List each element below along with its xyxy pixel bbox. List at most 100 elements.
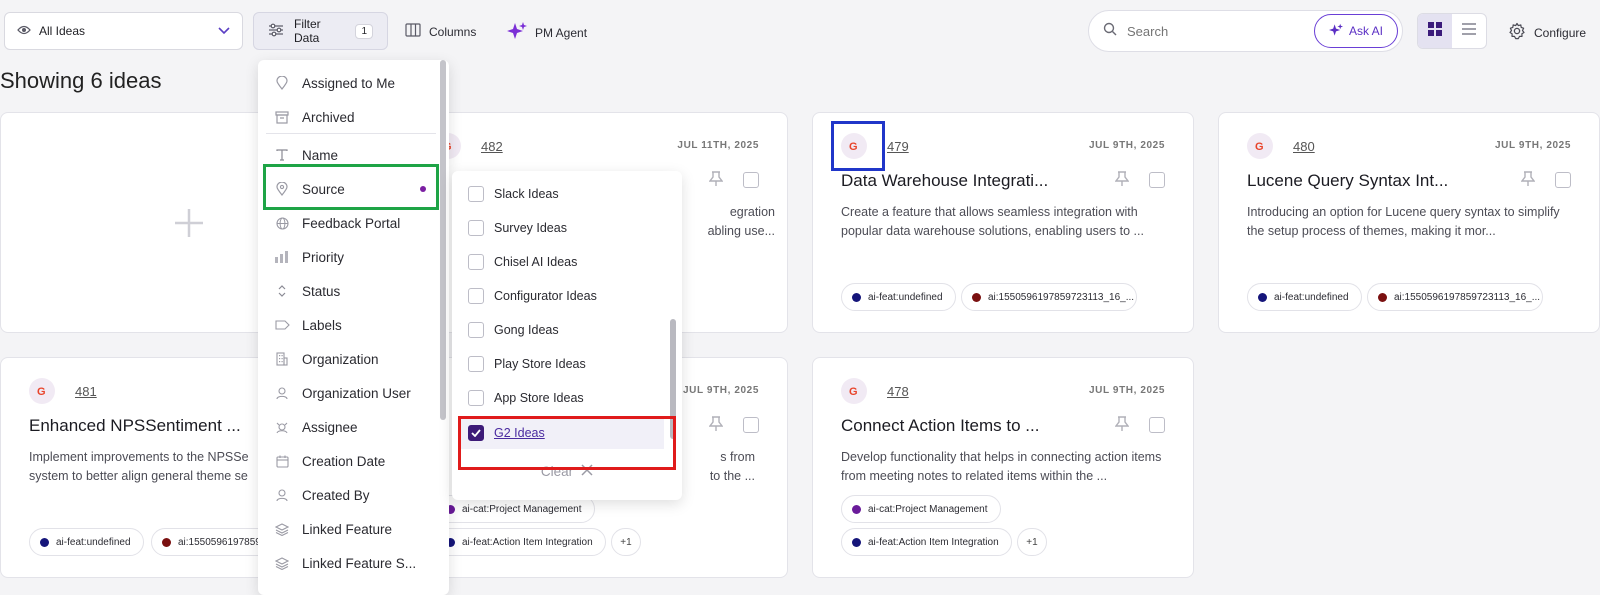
filter-option-labels[interactable]: Labels <box>266 310 436 340</box>
pin-icon[interactable] <box>1114 171 1130 192</box>
idea-number[interactable]: 480 <box>1293 139 1315 154</box>
columns-button[interactable]: Columns <box>405 23 476 40</box>
checkbox[interactable] <box>468 288 484 304</box>
idea-title[interactable]: Data Warehouse Integrati... <box>841 171 1048 191</box>
filter-option-created-by[interactable]: Created By <box>266 480 436 510</box>
tag-chip[interactable]: ai-feat:Action Item Integration <box>435 528 606 556</box>
pin-icon <box>274 75 290 91</box>
pin-icon[interactable] <box>708 416 724 437</box>
g2-logo-icon: G <box>1247 133 1273 159</box>
pin-icon[interactable] <box>1114 416 1130 437</box>
source-option-play-store[interactable]: Play Store Ideas <box>458 349 664 379</box>
idea-title[interactable]: Connect Action Items to ... <box>841 416 1039 436</box>
checkbox[interactable] <box>468 356 484 372</box>
checkbox[interactable] <box>468 390 484 406</box>
text-icon <box>274 147 290 163</box>
tag-chip[interactable]: ai-feat:Action Item Integration <box>841 528 1012 556</box>
more-tags-chip[interactable]: +1 <box>1017 528 1047 556</box>
filter-option-linked-feature[interactable]: Linked Feature <box>266 514 436 544</box>
filter-menu-scrollbar[interactable] <box>440 60 446 420</box>
filter-option-label: Created By <box>302 487 370 503</box>
filter-option-label: Labels <box>302 317 342 333</box>
idea-card[interactable]: G 480 JUL 9TH, 2025 Lucene Query Syntax … <box>1218 112 1600 333</box>
pm-agent-label: PM Agent <box>535 25 588 40</box>
source-option-app-store[interactable]: App Store Ideas <box>458 383 664 413</box>
idea-date: JUL 9TH, 2025 <box>1089 385 1165 396</box>
source-option-slack[interactable]: Slack Ideas <box>458 179 664 209</box>
filter-option-creation-date[interactable]: Creation Date <box>266 446 436 476</box>
idea-number[interactable]: 479 <box>887 139 909 154</box>
source-option-configurator[interactable]: Configurator Ideas <box>458 281 664 311</box>
idea-title[interactable]: Lucene Query Syntax Int... <box>1247 171 1448 191</box>
filter-option-priority[interactable]: Priority <box>266 242 436 272</box>
pin-icon[interactable] <box>1520 171 1536 192</box>
list-view-button[interactable] <box>1452 14 1486 48</box>
source-option-label: Gong Ideas <box>494 323 559 337</box>
configure-button[interactable]: Configure <box>1508 22 1586 43</box>
g2-icon-highlight-box <box>831 121 885 171</box>
page-title: Showing 6 ideas <box>0 68 162 93</box>
pm-agent-button[interactable]: PM Agent <box>507 21 587 44</box>
filter-option-label: Priority <box>302 249 345 265</box>
tag-chip[interactable]: ai:1550596197859723113_16_... <box>961 283 1137 311</box>
source-highlight-box <box>263 164 439 210</box>
g2-logo-icon: G <box>29 378 55 404</box>
filter-option-label: Creation Date <box>302 453 386 469</box>
filter-data-button[interactable]: Filter Data 1 <box>253 12 388 50</box>
tag-chip[interactable]: ai:1550596197859723113_16_... <box>1367 283 1543 311</box>
idea-select-checkbox[interactable] <box>1149 172 1165 188</box>
source-option-gong[interactable]: Gong Ideas <box>458 315 664 345</box>
search-input[interactable] <box>1127 23 1304 39</box>
pin-icon[interactable] <box>708 171 724 192</box>
filter-option-status[interactable]: Status <box>266 276 436 306</box>
tag-chip[interactable]: ai-feat:undefined <box>1247 283 1362 311</box>
source-option-survey[interactable]: Survey Ideas <box>458 213 664 243</box>
idea-select-checkbox[interactable] <box>743 417 759 433</box>
filter-option-assignee[interactable]: Assignee <box>266 412 436 442</box>
more-tags-chip[interactable]: +1 <box>611 528 641 556</box>
idea-card[interactable]: G 478 JUL 9TH, 2025 Connect Action Items… <box>812 357 1194 578</box>
svg-text:G: G <box>1255 141 1264 152</box>
idea-select-checkbox[interactable] <box>1149 417 1165 433</box>
bar-chart-icon <box>274 249 290 265</box>
idea-select-checkbox[interactable] <box>743 172 759 188</box>
idea-number[interactable]: 482 <box>481 139 503 154</box>
source-option-chisel-ai[interactable]: Chisel AI Ideas <box>458 247 664 277</box>
archive-icon <box>274 109 290 125</box>
tag-dot <box>40 537 49 547</box>
filter-option-archived[interactable]: Archived <box>266 102 436 132</box>
columns-label: Columns <box>429 24 477 39</box>
tag-dot <box>852 292 861 302</box>
tag-dot <box>972 292 981 302</box>
checkbox[interactable] <box>468 186 484 202</box>
checkbox[interactable] <box>468 220 484 236</box>
filter-option-organization[interactable]: Organization <box>266 344 436 374</box>
tag-dot <box>162 537 171 547</box>
idea-number[interactable]: 478 <box>887 384 909 399</box>
checkbox[interactable] <box>468 322 484 338</box>
sparkle-icon <box>507 21 527 44</box>
tag-chip[interactable]: ai-cat:Project Management <box>841 495 1001 523</box>
idea-number[interactable]: 481 <box>75 384 97 399</box>
ask-ai-button[interactable]: Ask AI <box>1313 14 1398 48</box>
tag-chip[interactable]: ai-feat:undefined <box>841 283 956 311</box>
idea-title[interactable]: Enhanced NPSSentiment ... <box>29 416 241 436</box>
filter-option-feedback-portal[interactable]: Feedback Portal <box>266 208 436 238</box>
filter-option-assigned-to-me[interactable]: Assigned to Me <box>266 68 436 98</box>
grid-view-button[interactable] <box>1418 14 1452 48</box>
user-icon <box>274 385 290 401</box>
tag-chip[interactable]: ai-feat:undefined <box>29 528 144 556</box>
filter-option-label: Assigned to Me <box>302 75 396 91</box>
idea-select-checkbox[interactable] <box>1555 172 1571 188</box>
sparkle-icon <box>1328 23 1343 40</box>
ask-ai-label: Ask AI <box>1348 24 1383 38</box>
calendar-icon <box>274 453 290 469</box>
checkbox[interactable] <box>468 254 484 270</box>
filter-option-organization-user[interactable]: Organization User <box>266 378 436 408</box>
filter-option-label: Feedback Portal <box>302 215 401 231</box>
filter-menu: Assigned to Me Archived Name Source Feed… <box>258 60 449 595</box>
view-select[interactable]: All Ideas <box>4 12 243 50</box>
tag-label: ai:1550596197859723113_16_... <box>1394 291 1541 303</box>
tag-label: ai-feat:Action Item Integration <box>462 536 593 548</box>
filter-option-linked-feature-status[interactable]: Linked Feature S... <box>266 548 436 578</box>
